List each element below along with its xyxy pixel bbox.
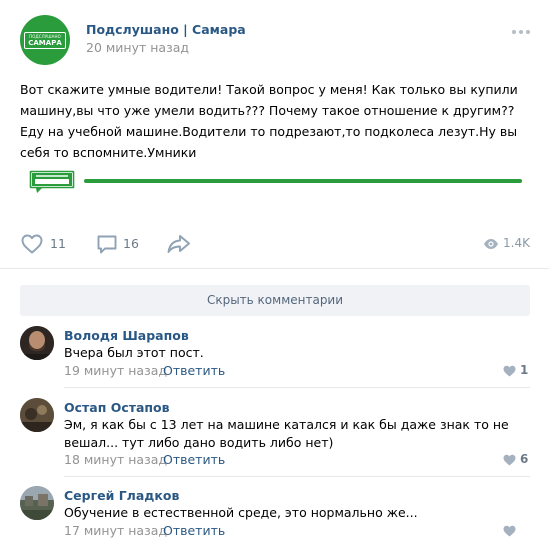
comment-author[interactable]: Сергей Гладков — [64, 488, 179, 503]
reply-button[interactable]: Ответить — [163, 523, 225, 538]
reply-button[interactable]: Ответить — [163, 363, 225, 378]
comment-text: Эм, я как бы с 13 лет на машине катался … — [64, 417, 509, 450]
heart-icon — [503, 365, 516, 377]
share-icon — [167, 235, 190, 253]
eye-icon — [484, 239, 498, 249]
comment-text: Обучение в естественной среде, это норма… — [64, 505, 418, 520]
comment-text: Вчера был этот пост. — [64, 345, 204, 360]
comment-author[interactable]: Володя Шарапов — [64, 328, 189, 343]
post-header: ПОДСЛУШАНО САМАРА Подслушано | Самара 20… — [0, 0, 549, 68]
heart-icon — [503, 525, 516, 537]
like-count: 11 — [50, 236, 66, 251]
repost-attachment[interactable] — [26, 165, 526, 197]
group-logo-icon — [28, 169, 76, 193]
comment-divider — [64, 387, 530, 388]
comment-like-count: 1 — [520, 363, 529, 377]
group-name-link[interactable]: Подслушано | Самара — [86, 22, 246, 37]
reply-button[interactable]: Ответить — [163, 452, 225, 467]
avatar[interactable] — [20, 486, 54, 520]
heart-icon — [21, 234, 43, 254]
comment-time[interactable]: 19 минут назад — [64, 363, 167, 378]
comment-button[interactable]: 16 — [95, 232, 150, 256]
more-icon[interactable] — [510, 28, 532, 36]
comment-author[interactable]: Остап Остапов — [64, 400, 170, 415]
comment-divider — [64, 476, 530, 477]
comment-icon — [97, 235, 117, 254]
comment-time[interactable]: 18 минут назад — [64, 452, 167, 467]
avatar-photo — [20, 486, 54, 520]
post-actions: 11 16 1.4K — [0, 228, 549, 260]
comment-like-count: 6 — [520, 452, 529, 466]
group-logo: ПОДСЛУШАНО САМАРА — [24, 32, 66, 49]
heart-icon — [503, 454, 516, 466]
avatar-photo — [20, 326, 54, 360]
comment-item: Сергей Гладков Обучение в естественной с… — [0, 486, 549, 546]
avatar[interactable] — [20, 398, 54, 432]
views-count: 1.4K — [503, 236, 530, 250]
comment-item: Остап Остапов Эм, я как бы с 13 лет на м… — [0, 398, 549, 484]
group-avatar[interactable]: ПОДСЛУШАНО САМАРА — [20, 15, 70, 65]
avatar-photo — [20, 398, 54, 432]
comment-count: 16 — [123, 236, 139, 251]
post-text: Вот скажите умные водители! Такой вопрос… — [20, 82, 518, 160]
hide-comments-button[interactable]: Скрыть комментарии — [20, 285, 530, 316]
avatar[interactable] — [20, 326, 54, 360]
divider — [0, 268, 549, 269]
comment-time[interactable]: 17 минут назад — [64, 523, 167, 538]
share-button[interactable] — [166, 232, 192, 256]
logo-big-text: САМАРА — [28, 39, 62, 47]
like-button[interactable]: 11 — [20, 232, 70, 256]
post-time[interactable]: 20 минут назад — [86, 40, 189, 55]
repost-line — [84, 179, 522, 183]
comment-item: Володя Шарапов Вчера был этот пост. 19 м… — [0, 326, 549, 396]
